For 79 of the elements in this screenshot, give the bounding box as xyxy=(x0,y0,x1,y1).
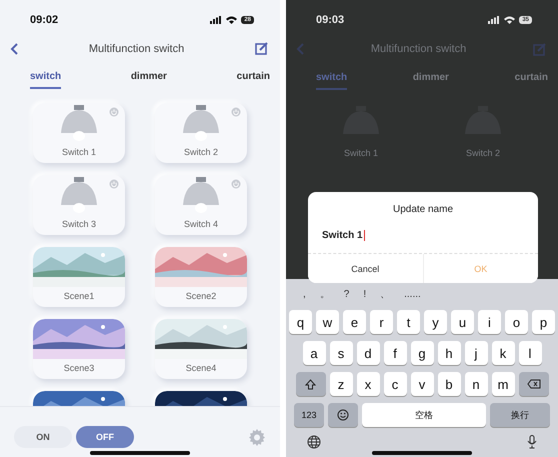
keyboard-key[interactable]: a xyxy=(302,341,326,365)
keyboard-key[interactable]: m xyxy=(492,372,514,396)
smiley-icon xyxy=(337,409,349,421)
keyboard-key[interactable]: z xyxy=(330,372,352,396)
keyboard-key[interactable]: k xyxy=(492,341,514,365)
dialog-title: Update name xyxy=(392,204,454,215)
edit-icon[interactable] xyxy=(255,42,268,56)
keyboard-key[interactable]: d xyxy=(356,341,380,365)
punctuation-candidate[interactable]: ...... xyxy=(404,288,421,300)
keyboard-key[interactable]: g xyxy=(410,341,434,365)
card-label: Scene3 xyxy=(64,362,94,373)
keyboard-key[interactable]: n xyxy=(464,372,488,396)
power-toggle[interactable]: OFF xyxy=(76,426,134,448)
keyboard-key[interactable]: t xyxy=(397,310,420,334)
card-label: Scene1 xyxy=(64,290,94,301)
keyboard-key[interactable]: b xyxy=(438,372,460,396)
keyboard-key[interactable]: 123 xyxy=(294,403,324,427)
cancel-button[interactable]: Cancel xyxy=(308,254,424,283)
keyboard-key[interactable]: j xyxy=(464,341,488,365)
punctuation-candidate[interactable]: 、 xyxy=(380,287,390,301)
keyboard-key[interactable]: q xyxy=(289,310,312,334)
switch-card[interactable]: Switch 4 xyxy=(155,174,247,235)
punctuation-candidate[interactable]: 。 xyxy=(320,287,330,301)
keyboard-key[interactable]: u xyxy=(451,310,474,334)
shift-icon xyxy=(305,378,316,390)
keyboard-key[interactable]: r xyxy=(370,310,393,334)
card-label: Switch 1 xyxy=(344,148,378,158)
keyboard-key[interactable]: p xyxy=(532,310,555,334)
keyboard-key[interactable]: e xyxy=(343,310,366,334)
backspace-icon xyxy=(526,379,540,389)
switch-card[interactable]: Switch 3 xyxy=(33,174,125,235)
punctuation-candidate[interactable]: , xyxy=(303,288,306,300)
name-input[interactable]: Switch 1 xyxy=(322,227,524,243)
punctuation-candidate[interactable]: ! xyxy=(363,288,366,300)
card-label: Switch 3 xyxy=(62,218,96,229)
keyboard-key[interactable]: y xyxy=(424,310,447,334)
card-label: Switch 2 xyxy=(466,148,500,158)
scene-card[interactable]: Scene3 xyxy=(33,318,125,379)
keyboard-key[interactable]: o xyxy=(505,310,528,334)
keyboard-key[interactable]: x xyxy=(356,372,380,396)
card-label: Switch 4 xyxy=(184,218,218,229)
scene-card[interactable]: Scene4 xyxy=(155,318,247,379)
shift-key[interactable] xyxy=(296,372,326,396)
scene-card[interactable]: Scene2 xyxy=(155,246,247,307)
keyboard-key[interactable]: c xyxy=(384,372,406,396)
punctuation-candidate[interactable]: ? xyxy=(344,288,350,300)
back-icon[interactable] xyxy=(10,42,18,55)
status-time: 09:03 xyxy=(316,14,344,26)
status-time: 09:02 xyxy=(30,14,58,26)
screen-title: Multifunction switch xyxy=(88,42,184,55)
emoji-key[interactable] xyxy=(328,403,358,427)
wifi-icon xyxy=(504,16,516,24)
keyboard-key[interactable]: s xyxy=(330,341,352,365)
signal-icon xyxy=(488,16,500,24)
tab[interactable]: dimmer xyxy=(130,69,167,90)
switch-card[interactable]: Switch 2 xyxy=(155,102,247,163)
keyboard-key[interactable]: 空格 xyxy=(362,403,486,427)
microphone-icon[interactable] xyxy=(527,435,537,449)
keyboard-key[interactable]: v xyxy=(410,372,434,396)
keyboard-key[interactable]: w xyxy=(316,310,339,334)
tab[interactable]: curtain xyxy=(236,69,270,90)
scene-card[interactable]: Scene1 xyxy=(33,246,125,307)
power-toggle[interactable]: ON xyxy=(14,426,72,448)
keyboard-key[interactable]: h xyxy=(438,341,460,365)
keyboard-key[interactable]: 换行 xyxy=(490,403,550,427)
card-label: Switch 1 xyxy=(62,146,96,157)
wifi-icon xyxy=(226,16,238,24)
keyboard-key[interactable]: f xyxy=(384,341,406,365)
card-label: Scene2 xyxy=(186,290,216,301)
keyboard-key[interactable]: l xyxy=(518,341,542,365)
screen-title: Multifunction switch xyxy=(370,43,466,55)
tab[interactable]: switch xyxy=(30,69,62,90)
signal-icon xyxy=(210,16,222,24)
card-label: Scene4 xyxy=(186,362,216,373)
switch-card[interactable]: Switch 1 xyxy=(33,102,125,163)
globe-icon[interactable] xyxy=(307,435,321,449)
backspace-key[interactable] xyxy=(518,372,548,396)
keyboard-key[interactable]: i xyxy=(478,310,501,334)
card-label: Switch 2 xyxy=(184,146,218,157)
